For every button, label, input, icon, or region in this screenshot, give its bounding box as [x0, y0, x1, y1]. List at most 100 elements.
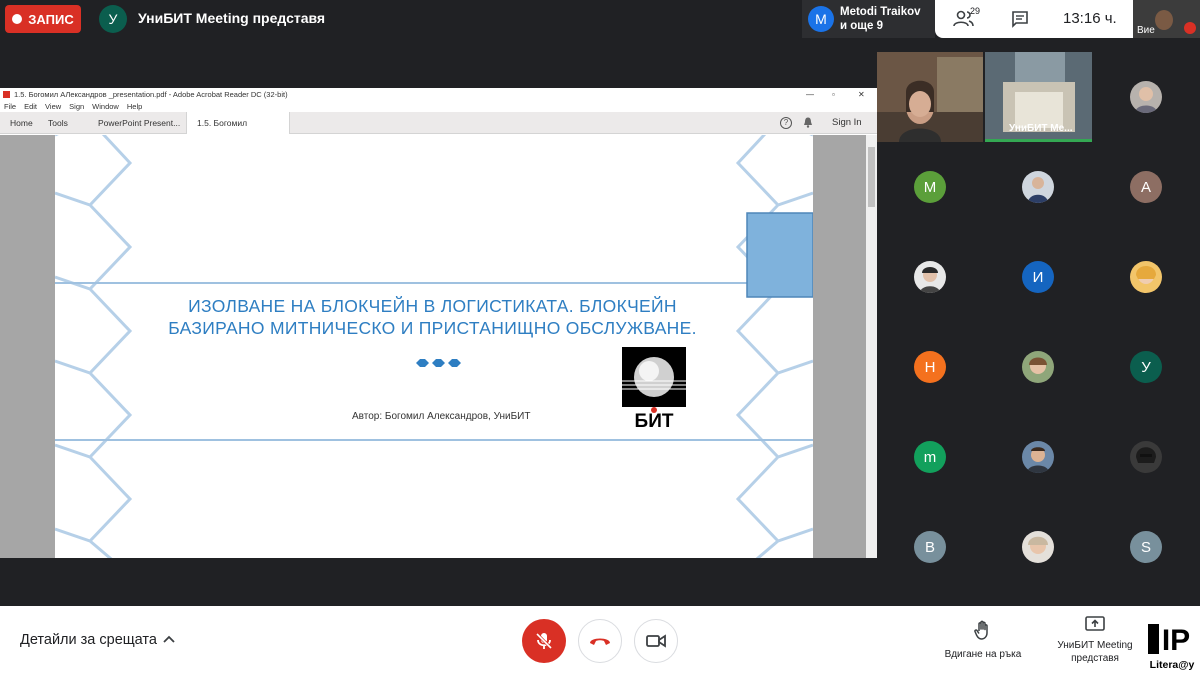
participant-photo-8[interactable] — [1022, 531, 1054, 563]
sign-in-link[interactable]: Sign In — [832, 112, 862, 134]
menu-bar: File Edit View Sign Window Help — [0, 101, 877, 112]
participant-photo-7[interactable] — [1130, 441, 1162, 473]
participant-avatar-i[interactable]: И — [1022, 261, 1054, 293]
avatar-initial: У — [1141, 358, 1151, 376]
pdf-icon — [3, 91, 10, 98]
close-icon[interactable]: ✕ — [858, 88, 865, 101]
maximize-icon[interactable]: ▫ — [832, 88, 835, 101]
hang-up-icon — [590, 638, 610, 645]
camera-icon — [646, 634, 666, 648]
meet-window: ЗАПИС У УниБИТ Meeting представя M Metod… — [0, 0, 1200, 675]
participant-avatar-n[interactable]: Н — [914, 351, 946, 383]
participant-avatar-s[interactable]: S — [1130, 531, 1162, 563]
participant-avatar-a[interactable]: A — [1130, 171, 1162, 203]
logo-text-bottom: Litera@y — [1150, 659, 1195, 671]
participant-video-2[interactable]: УниБИТ Ме... — [985, 52, 1092, 142]
presenting-title: УниБИТ Meeting представя — [138, 10, 326, 26]
avatar-initial: Н — [924, 358, 936, 376]
present-label-line1: УниБИТ Meeting — [1057, 640, 1133, 651]
document-area: ИЗОЛВАНЕ НА БЛОКЧЕЙН В ЛОГИСТИКАТА. БЛОК… — [0, 135, 877, 558]
participant-photo-4[interactable] — [1130, 261, 1162, 293]
participant-avatar-m-lower[interactable]: m — [914, 441, 946, 473]
participant-avatar-m[interactable]: M — [914, 171, 946, 203]
menu-help[interactable]: Help — [127, 101, 142, 112]
hang-up-button[interactable] — [578, 619, 622, 663]
avatar-initial: S — [1140, 538, 1151, 556]
chevron-up-icon[interactable] — [163, 634, 175, 646]
self-view-tile[interactable]: Вие — [1133, 0, 1200, 38]
pdf-slide: ИЗОЛВАНЕ НА БЛОКЧЕЙН В ЛОГИСТИКАТА. БЛОК… — [55, 135, 813, 558]
participant-photo-5[interactable] — [1022, 351, 1054, 383]
help-icon[interactable]: ? — [780, 117, 792, 129]
slide-title: ИЗОЛВАНЕ НА БЛОКЧЕЙН В ЛОГИСТИКАТА. БЛОК… — [135, 295, 730, 339]
participant-photo-3[interactable] — [914, 261, 946, 293]
recording-indicator[interactable]: ЗАПИС — [5, 5, 81, 33]
present-label-line2: представя — [1071, 653, 1119, 664]
tab-document[interactable]: 1.5. Богомил АЛек...✕ — [186, 112, 290, 150]
left-gutter — [0, 135, 55, 558]
people-count: 29 — [970, 6, 981, 16]
acrobat-tabs: Home Tools PowerPoint Present... 1.5. Бо… — [0, 112, 877, 150]
participant-photo-6[interactable] — [1022, 441, 1054, 473]
participant-avatar-b[interactable]: B — [914, 531, 946, 563]
tab-tools[interactable]: Tools — [38, 112, 78, 134]
bit-logo: БИТ — [622, 347, 686, 431]
avatar-initial: m — [923, 448, 937, 466]
slide-title-line1: ИЗОЛВАНЕ НА БЛОКЧЕЙН В ЛОГИСТИКАТА. БЛОК… — [188, 296, 677, 316]
active-speaker-chip[interactable]: M Metodi Traikov и още 9 — [802, 0, 935, 38]
menu-edit[interactable]: Edit — [24, 101, 37, 112]
slide-title-line2: БАЗИРАНО МИТНИЧЕСКО И ПРИСТАНИЩНО ОБСЛУЖ… — [168, 318, 697, 338]
hexagon-pattern — [55, 135, 813, 558]
top-toolbar: 29 13:16 ч. — [935, 0, 1133, 38]
present-label: УниБИТ Meeting представя — [1050, 639, 1140, 665]
speaker-name-line2: и още 9 — [840, 20, 883, 32]
bit-logo-text: БИТ — [635, 411, 674, 431]
avatar-initial: A — [1140, 178, 1151, 196]
speaker-avatar: M — [808, 6, 834, 32]
raise-hand-button[interactable]: Вдигане на ръка — [940, 620, 1026, 660]
speaker-name-line1: Metodi Traikov — [840, 6, 921, 18]
room-label: УниБИТ Ме... — [1009, 123, 1073, 134]
bell-icon[interactable] — [803, 117, 813, 128]
speaker-name: Metodi Traikov и още 9 — [840, 5, 921, 33]
participant-photo-2[interactable] — [1022, 171, 1054, 203]
hand-icon — [974, 620, 988, 640]
logo-text-top: IP — [1162, 624, 1190, 657]
self-video — [1155, 10, 1173, 30]
avatar-initial: И — [1032, 268, 1044, 286]
self-label: Вие — [1137, 25, 1155, 36]
tab-powerpoint[interactable]: PowerPoint Present... — [88, 112, 190, 134]
menu-file[interactable]: File — [4, 101, 16, 112]
minimize-icon[interactable]: — — [806, 88, 814, 101]
acrobat-titlebar: 1.5. Богомил АЛександров _presentation.p… — [0, 88, 877, 101]
avatar-initial: B — [924, 538, 935, 556]
window-title: 1.5. Богомил АЛександров _presentation.p… — [14, 90, 288, 99]
right-gutter — [813, 135, 865, 558]
participant-grid: УниБИТ Ме... M A И Н У m B S — [877, 52, 1200, 592]
avatar-initial: M — [923, 178, 937, 196]
menu-sign[interactable]: Sign — [69, 101, 84, 112]
mic-toggle-button[interactable] — [522, 619, 566, 663]
participant-avatar-u[interactable]: У — [1130, 351, 1162, 383]
muted-mic-icon — [1184, 22, 1196, 34]
participant-video-1[interactable] — [877, 52, 983, 142]
shared-screen: 1.5. Богомил АЛександров _presentation.p… — [0, 88, 877, 558]
scroll-thumb[interactable] — [868, 147, 875, 207]
bottom-bar: Детайли за срещата Вдигане на ръка УниБИ… — [0, 606, 1200, 675]
menu-window[interactable]: Window — [92, 101, 119, 112]
record-label: ЗАПИС — [28, 11, 74, 27]
present-screen-icon — [1085, 616, 1105, 631]
chat-icon[interactable] — [1011, 10, 1029, 28]
scrollbar[interactable] — [866, 135, 877, 558]
clock: 13:16 ч. — [1063, 10, 1117, 27]
present-button[interactable]: УниБИТ Meeting представя — [1050, 616, 1140, 665]
tab-home[interactable]: Home — [0, 112, 43, 134]
raise-hand-label: Вдигане на ръка — [944, 649, 1022, 660]
mic-off-icon — [535, 632, 553, 650]
meeting-details-button[interactable]: Детайли за срещата — [20, 632, 157, 648]
participant-photo-1[interactable] — [1130, 81, 1162, 113]
camera-toggle-button[interactable] — [634, 619, 678, 663]
menu-view[interactable]: View — [45, 101, 61, 112]
video-feed — [877, 52, 983, 142]
presenter-avatar: У — [99, 5, 127, 33]
